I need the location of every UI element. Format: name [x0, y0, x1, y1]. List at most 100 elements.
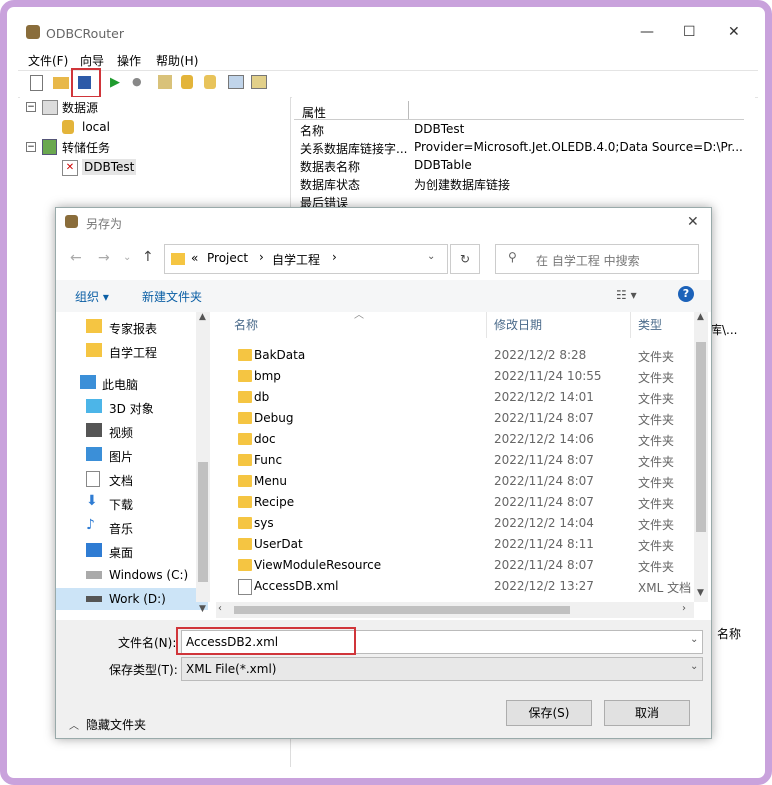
up-arrow-icon[interactable]: ↑	[142, 249, 154, 265]
nav-item[interactable]: 图片	[56, 444, 196, 466]
file-row[interactable]: bmp 2022/11/24 10:55 文件夹	[216, 366, 696, 387]
new-folder-button[interactable]: 新建文件夹	[142, 288, 202, 305]
cancel-button-label: 取消	[634, 706, 659, 720]
table-icon[interactable]	[228, 75, 244, 89]
run-icon[interactable]: ▶	[110, 75, 126, 91]
nav-item[interactable]: ⬇ 下载	[56, 492, 196, 514]
scroll-thumb[interactable]	[234, 606, 570, 614]
file-row[interactable]: Recipe 2022/11/24 8:07 文件夹	[216, 492, 696, 513]
file-row[interactable]: Menu 2022/11/24 8:07 文件夹	[216, 471, 696, 492]
scroll-up-icon[interactable]: ▲	[697, 312, 704, 322]
stop-icon[interactable]: ●	[132, 75, 148, 91]
filetype-dropdown-icon[interactable]: ⌄	[690, 661, 698, 672]
tree-datasource-label[interactable]: 数据源	[62, 99, 98, 116]
scroll-down-icon[interactable]: ▼	[199, 604, 206, 614]
column-header-name[interactable]: 名称	[234, 316, 258, 338]
file-list-vertical-scrollbar[interactable]: ▲ ▼	[694, 312, 708, 602]
sort-arrow-icon: ︿	[354, 310, 364, 321]
nav-item[interactable]: 此电脑	[56, 372, 196, 394]
save-highlight-box	[71, 68, 101, 98]
database-icon[interactable]	[181, 75, 193, 89]
tree-ddbtest-node[interactable]: DDBTest	[82, 159, 137, 175]
address-bar[interactable]: « Project › 自学工程 › ⌄	[164, 244, 448, 274]
organize-button[interactable]: 组织 ▾	[75, 288, 109, 305]
help-icon[interactable]: ?	[678, 286, 694, 302]
search-placeholder: 在 自学工程 中搜索	[536, 254, 640, 268]
file-row[interactable]: doc 2022/12/2 14:06 文件夹	[216, 429, 696, 450]
breadcrumb-folder[interactable]: 自学工程	[272, 251, 320, 268]
recent-chevron-icon[interactable]: ⌄	[123, 252, 131, 263]
forward-arrow-icon[interactable]: →	[98, 250, 110, 266]
scroll-right-icon[interactable]: ›	[682, 603, 686, 614]
menu-help[interactable]: 帮助(H)	[156, 52, 198, 69]
menu-action[interactable]: 操作	[117, 52, 141, 69]
nav-item[interactable]: ♪ 音乐	[56, 516, 196, 538]
folder-icon	[86, 343, 102, 357]
minimize-button[interactable]: —	[640, 24, 654, 40]
database-edit-icon[interactable]	[204, 75, 216, 89]
nav-item[interactable]: 桌面	[56, 540, 196, 562]
back-arrow-icon[interactable]: ←	[70, 250, 82, 266]
form-icon[interactable]	[251, 75, 267, 89]
nav-item-selected[interactable]: Work (D:)	[56, 588, 208, 610]
file-row[interactable]: UserDat 2022/11/24 8:11 文件夹	[216, 534, 696, 555]
nav-item[interactable]: 3D 对象	[56, 396, 196, 418]
nav-item[interactable]: 视频	[56, 420, 196, 442]
menu-file[interactable]: 文件(F)	[28, 52, 68, 69]
nav-item[interactable]: 自学工程	[56, 340, 196, 362]
breadcrumb-separator[interactable]: ›	[332, 250, 337, 264]
breadcrumb-overflow[interactable]: «	[191, 251, 198, 265]
property-row: 数据表名称 DDBTable	[300, 158, 472, 175]
folder-icon	[238, 559, 252, 571]
filename-dropdown-icon[interactable]: ⌄	[690, 634, 698, 645]
column-divider[interactable]	[630, 312, 631, 338]
scroll-down-icon[interactable]: ▼	[697, 588, 704, 598]
file-row[interactable]: db 2022/12/2 14:01 文件夹	[216, 387, 696, 408]
save-button[interactable]: 保存(S)	[506, 700, 592, 726]
menu-wizard[interactable]: 向导	[80, 52, 104, 69]
filetype-select[interactable]: XML File(*.xml) ⌄	[181, 657, 703, 681]
scroll-up-icon[interactable]: ▲	[199, 312, 206, 322]
nav-item[interactable]: 专家报表	[56, 316, 196, 338]
nav-scrollbar[interactable]: ▲	[196, 312, 210, 602]
tree-local-node[interactable]: local	[82, 120, 110, 134]
file-row[interactable]: Func 2022/11/24 8:07 文件夹	[216, 450, 696, 471]
file-row[interactable]: Debug 2022/11/24 8:07 文件夹	[216, 408, 696, 429]
close-button[interactable]: ✕	[728, 24, 740, 40]
collapse-icon[interactable]: −	[26, 142, 36, 152]
column-header-date[interactable]: 修改日期	[494, 316, 542, 338]
refresh-button[interactable]: ↻	[450, 244, 480, 274]
address-dropdown-icon[interactable]: ⌄	[427, 251, 435, 262]
scroll-left-icon[interactable]: ‹	[218, 603, 222, 614]
hide-folders-toggle[interactable]: 隐藏文件夹	[86, 716, 146, 733]
folder-icon	[238, 391, 252, 403]
filename-highlight-box	[176, 627, 356, 655]
file-list-horizontal-scrollbar[interactable]: ‹ ›	[216, 602, 694, 618]
dialog-titlebar: 另存为 ✕	[56, 208, 711, 238]
column-divider[interactable]	[408, 101, 409, 119]
dialog-close-icon[interactable]: ✕	[687, 214, 699, 230]
scroll-thumb[interactable]	[696, 342, 706, 532]
collapse-icon[interactable]: −	[26, 102, 36, 112]
breadcrumb-separator[interactable]: ›	[259, 250, 264, 264]
scroll-thumb[interactable]	[198, 462, 208, 582]
column-divider[interactable]	[486, 312, 487, 338]
save-button-label: 保存(S)	[528, 706, 570, 720]
file-row[interactable]: ViewModuleResource 2022/11/24 8:07 文件夹	[216, 555, 696, 576]
edit-icon[interactable]	[158, 75, 172, 89]
maximize-button[interactable]: ☐	[683, 24, 696, 40]
new-file-icon[interactable]	[30, 75, 43, 91]
cancel-button[interactable]: 取消	[604, 700, 690, 726]
open-folder-icon[interactable]	[53, 77, 69, 89]
file-row[interactable]: AccessDB.xml 2022/12/2 13:27 XML 文档	[216, 576, 696, 597]
nav-item[interactable]: 文档	[56, 468, 196, 490]
search-box[interactable]: ⚲ 在 自学工程 中搜索	[495, 244, 699, 274]
nav-item[interactable]: Windows (C:)	[56, 564, 196, 586]
view-options-icon[interactable]: ☷ ▾	[616, 288, 637, 302]
column-header-type[interactable]: 类型	[638, 316, 662, 338]
tree-task-label[interactable]: 转储任务	[62, 139, 110, 156]
hide-folders-chevron-icon[interactable]: ︿	[69, 717, 79, 732]
file-row[interactable]: sys 2022/12/2 14:04 文件夹	[216, 513, 696, 534]
file-row[interactable]: BakData 2022/12/2 8:28 文件夹	[216, 345, 696, 366]
breadcrumb-project[interactable]: Project	[207, 251, 248, 265]
